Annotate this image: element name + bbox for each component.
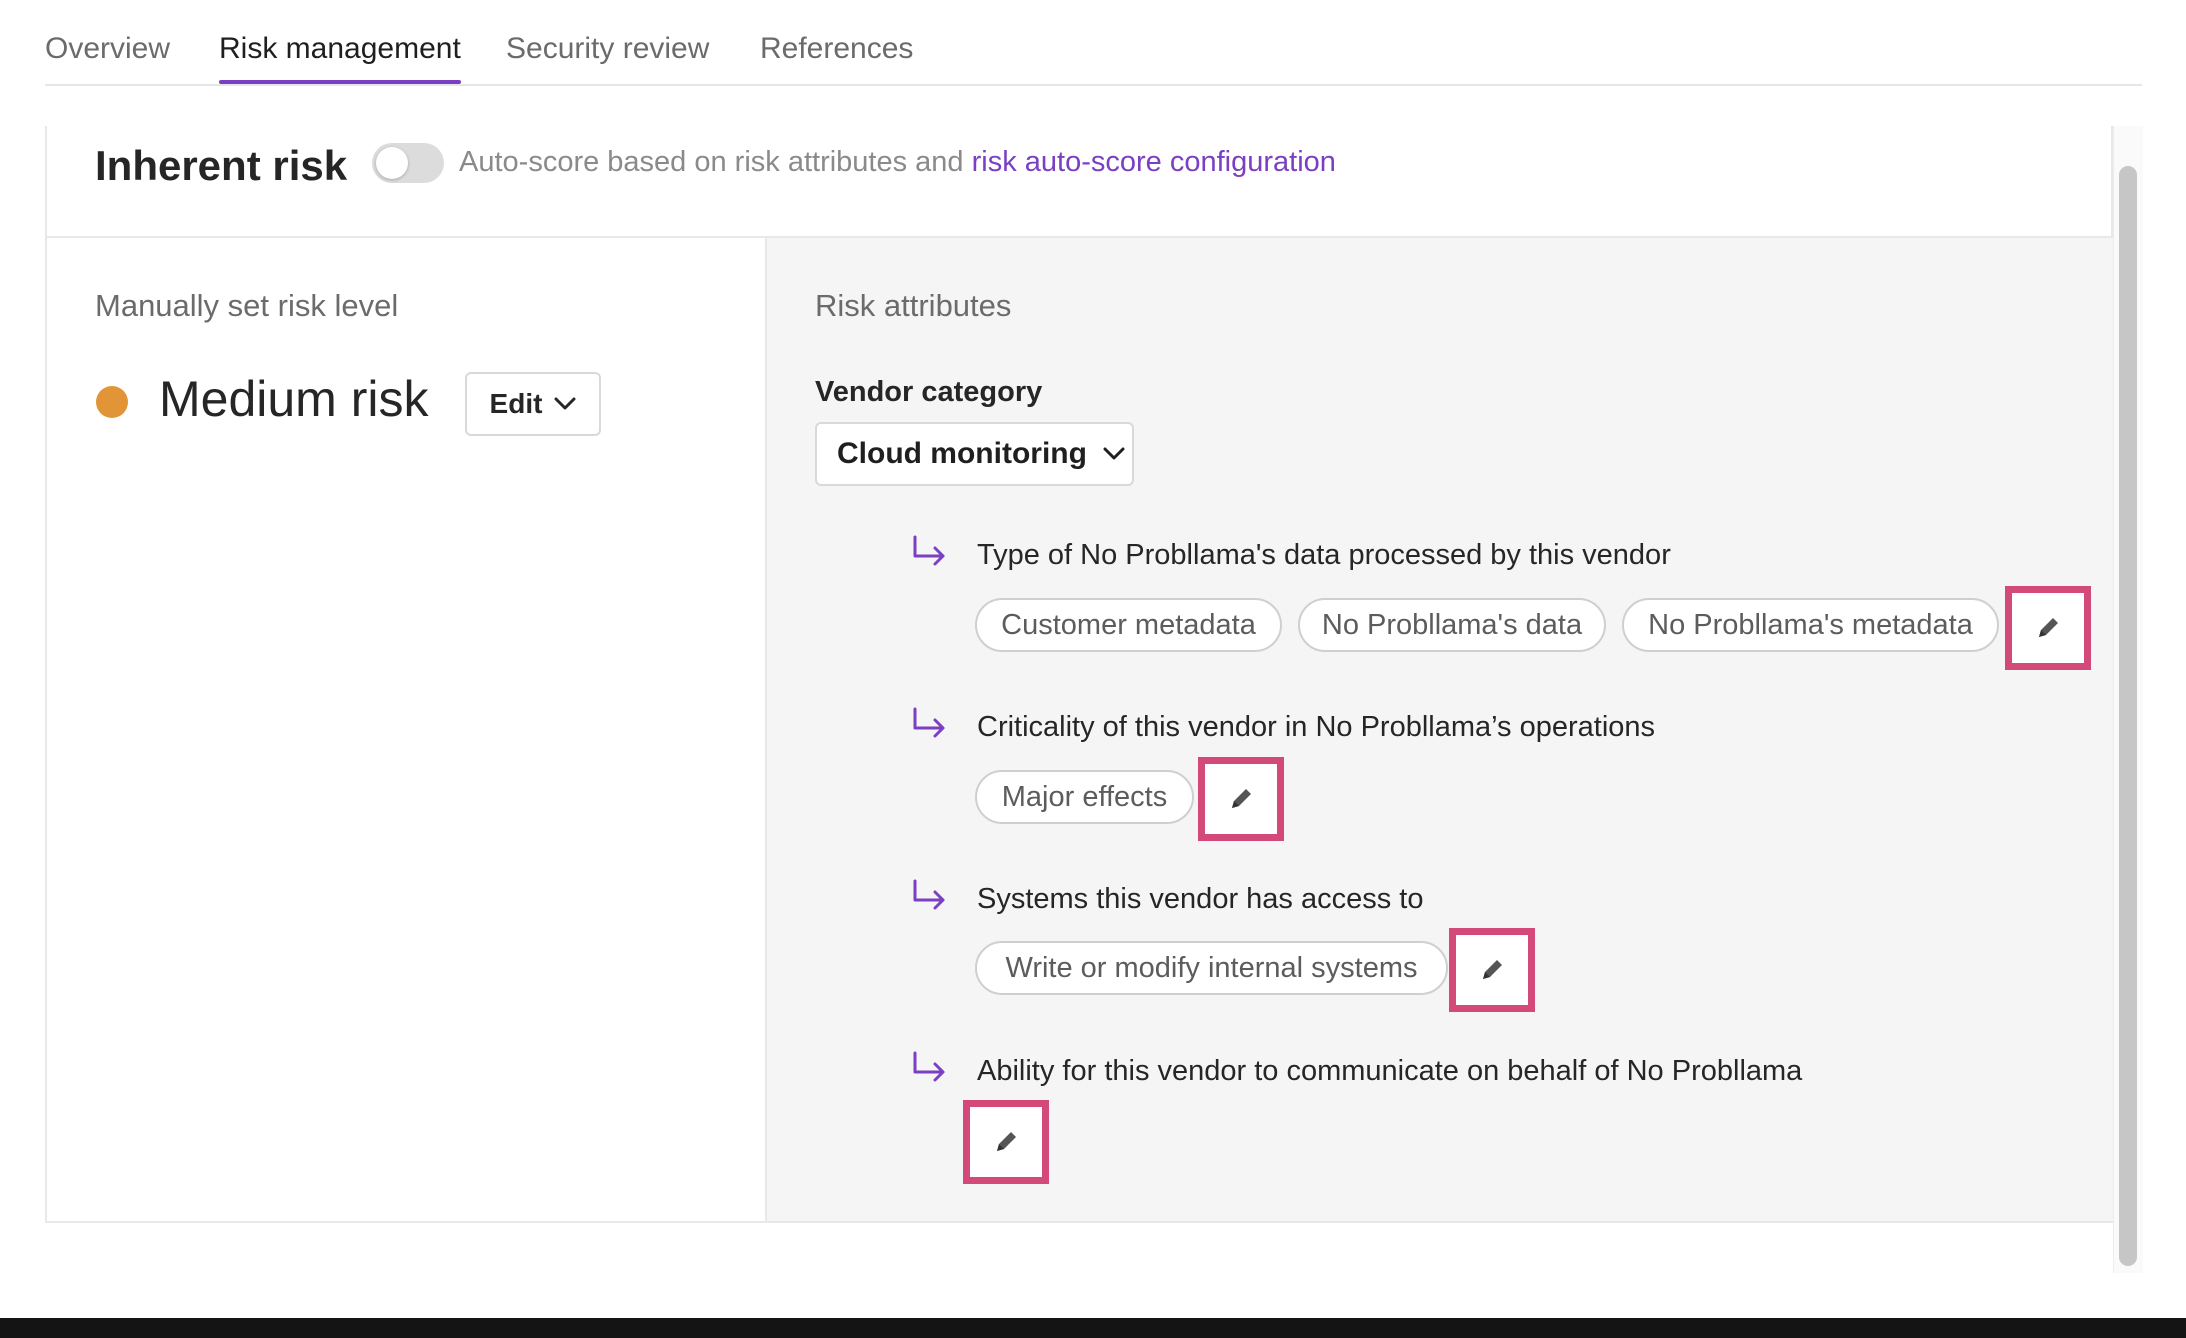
tab-bar: Overview Risk management Security review… xyxy=(45,0,2142,86)
edit-criticality-button[interactable] xyxy=(1198,757,1284,841)
vendor-category-select[interactable]: Cloud monitoring xyxy=(815,422,1134,486)
tab-risk-management[interactable]: Risk management xyxy=(219,32,461,84)
attribute-title-systems-access: Systems this vendor has access to xyxy=(977,883,1424,915)
vendor-category-value: Cloud monitoring xyxy=(837,437,1087,470)
chip-no-probllama-metadata: No Probllama's metadata xyxy=(1622,598,1999,652)
subitem-arrow-icon xyxy=(913,535,945,566)
edit-data-type-button[interactable] xyxy=(2005,586,2091,670)
chip-customer-metadata: Customer metadata xyxy=(975,598,1282,652)
tab-overview[interactable]: Overview xyxy=(45,32,170,66)
manual-risk-label: Manually set risk level xyxy=(95,288,399,323)
inherent-risk-card: Inherent risk Auto-score based on risk a… xyxy=(45,126,2113,1223)
chip-major-effects: Major effects xyxy=(975,770,1194,824)
manual-risk-panel: Manually set risk level Medium risk Edit xyxy=(47,238,767,1221)
attribute-title-criticality: Criticality of this vendor in No Problla… xyxy=(977,711,1656,743)
card-header: Inherent risk Auto-score based on risk a… xyxy=(47,126,2111,238)
risk-level-value: Medium risk xyxy=(159,371,429,427)
toggle-knob xyxy=(376,147,408,179)
pencil-icon xyxy=(997,1132,1016,1151)
edit-label: Edit xyxy=(489,388,543,419)
inherent-risk-title: Inherent risk xyxy=(95,142,348,189)
risk-attributes-label: Risk attributes xyxy=(815,288,1012,323)
pencil-icon xyxy=(2039,618,2058,637)
risk-level-indicator xyxy=(96,386,128,418)
chip-no-probllama-data: No Probllama's data xyxy=(1298,598,1606,652)
risk-attributes-panel: Risk attributes Vendor category Cloud mo… xyxy=(767,238,2113,1221)
chevron-down-icon xyxy=(1103,447,1125,460)
attribute-title-data-type: Type of No Probllama's data processed by… xyxy=(977,539,1671,571)
autoscore-toggle[interactable] xyxy=(372,143,444,183)
autoscore-config-link[interactable]: risk auto-score configuration xyxy=(972,146,1336,178)
chevron-down-icon xyxy=(554,397,576,410)
edit-systems-access-button[interactable] xyxy=(1449,928,1535,1012)
tab-references[interactable]: References xyxy=(760,32,913,66)
scrollbar-thumb[interactable] xyxy=(2119,166,2137,1266)
tab-security-review[interactable]: Security review xyxy=(506,32,709,66)
subitem-arrow-icon xyxy=(913,1051,945,1082)
pencil-icon xyxy=(1483,960,1502,979)
subitem-arrow-icon xyxy=(913,879,945,910)
edit-communicate-button[interactable] xyxy=(963,1100,1049,1184)
autoscore-description: Auto-score based on risk attributes and … xyxy=(459,146,1336,179)
autoscore-text: Auto-score based on risk attributes and xyxy=(459,146,972,178)
pencil-icon xyxy=(1232,789,1251,808)
chip-write-modify-systems: Write or modify internal systems xyxy=(975,941,1448,995)
bottom-edge xyxy=(0,1318,2186,1338)
edit-risk-button[interactable]: Edit xyxy=(465,372,601,436)
vendor-category-label: Vendor category xyxy=(815,376,1043,408)
attribute-title-communicate: Ability for this vendor to communicate o… xyxy=(977,1055,1803,1087)
subitem-arrow-icon xyxy=(913,707,945,738)
